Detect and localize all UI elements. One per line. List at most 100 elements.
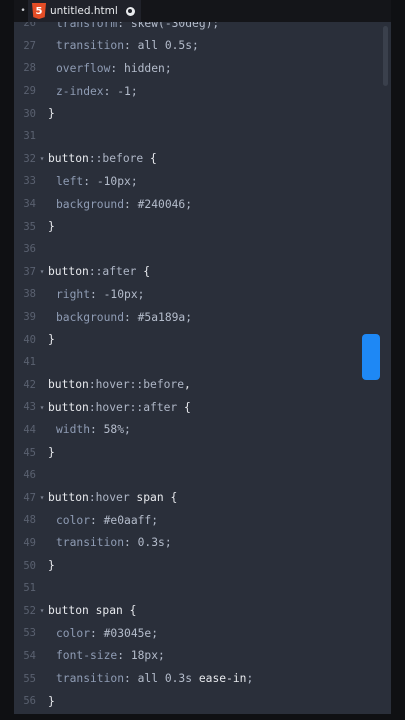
code-token: color [56,513,91,527]
code-line[interactable]: 30} [14,102,391,125]
close-tab-icon[interactable] [125,6,135,16]
code-line[interactable]: 28 overflow: hidden; [14,57,391,80]
code-line[interactable]: 47 ▾ button:hover span { [14,486,391,509]
code-token: } [48,107,55,121]
code-text: color: #03045e; [48,627,391,640]
code-text: button:hover::before, [48,378,391,391]
code-token: } [48,559,55,573]
tab-bar: • 5 untitled.html [14,0,391,22]
code-token: { [163,491,178,505]
html5-icon: 5 [32,3,46,19]
code-line[interactable]: 27 transition: all 0.5s; [14,35,391,58]
code-token: } [48,220,55,234]
line-number: 32 [23,152,36,165]
line-number: 53 [23,627,36,640]
line-number: 28 [23,62,36,75]
code-line[interactable]: 34 background: #240046; [14,193,391,216]
fold-chevron-icon[interactable]: ▾ [36,493,48,502]
fold-chevron-icon[interactable]: ▾ [36,403,48,412]
code-token: : hidden; [110,61,172,75]
code-token: overflow [56,61,111,75]
code-token: span [129,491,164,505]
bottom-frame [0,714,405,720]
code-line[interactable]: 35} [14,215,391,238]
code-line[interactable]: 52 ▾ button span { [14,599,391,622]
code-line[interactable]: 49 transition: 0.3s; [14,532,391,555]
line-number: 56 [23,695,36,708]
code-token: z-index [56,84,104,98]
code-text: transform: skew(-30deg); [48,22,391,30]
code-line[interactable]: 48 color: #e0aaff; [14,509,391,532]
code-line[interactable]: 41 [14,351,391,374]
code-text: } [48,220,391,233]
code-token: : #e0aaff; [90,513,159,527]
code-token: { [143,152,157,166]
line-number: 42 [23,378,36,391]
code-line[interactable]: 33 left: -10px; [14,170,391,193]
code-token: : 18px; [117,649,165,663]
code-line[interactable]: 51 [14,577,391,600]
code-line[interactable]: 42 button:hover::before, [14,374,391,397]
code-token: { [136,265,151,279]
code-text: width: 58%; [48,423,391,436]
line-number: 37 [23,265,36,278]
code-line[interactable]: 26 transform: skew(-30deg); [14,22,391,35]
line-number: 52 [23,604,36,617]
tab-filename: untitled.html [50,5,118,17]
code-token: background [56,197,125,211]
code-editor[interactable]: 26 transform: skew(-30deg); 27 transition: … [14,22,391,714]
line-number: 39 [23,311,36,324]
scroll-handle[interactable] [362,334,380,380]
fold-chevron-icon[interactable]: ▾ [36,267,48,276]
code-token: color [56,626,91,640]
line-number: 54 [23,649,36,662]
scrollbar[interactable] [383,26,388,86]
code-token: font-size [56,649,118,663]
fold-chevron-icon[interactable]: ▾ [36,154,48,163]
right-frame [391,0,405,720]
code-line[interactable]: 46 [14,464,391,487]
code-line[interactable]: 36 [14,238,391,261]
code-token: button [48,400,89,414]
code-token: left [56,174,84,188]
code-line[interactable]: 53 color: #03045e; [14,622,391,645]
code-line[interactable]: 56} [14,690,391,713]
code-token: button span [48,604,123,618]
code-line[interactable]: 44 width: 58%; [14,419,391,442]
tab-untitled-html[interactable]: 5 untitled.html [28,0,141,22]
line-number: 33 [23,175,36,188]
code-line[interactable]: 38 right: -10px; [14,283,391,306]
code-line[interactable]: 31 [14,125,391,148]
line-number: 51 [23,582,36,595]
code-token: : #03045e; [90,626,159,640]
code-line[interactable]: 50} [14,554,391,577]
code-line[interactable]: 55 transition: all 0.3s ease-in; [14,667,391,690]
line-number: 47 [23,491,36,504]
code-line[interactable]: 32 ▾ button::before { [14,148,391,171]
code-text: } [48,107,391,120]
code-line[interactable]: 43 ▾ button:hover::after { [14,396,391,419]
code-line[interactable]: 45} [14,441,391,464]
line-number: 50 [23,559,36,572]
line-number: 43 [23,401,36,414]
unsaved-dot-icon: • [20,6,26,16]
line-number: 26 [23,22,36,30]
code-line[interactable]: 40} [14,328,391,351]
code-text: background: #5a189a; [48,311,391,324]
code-line[interactable]: 29 z-index: -1; [14,80,391,103]
code-token: { [177,400,191,414]
code-token: background [56,310,125,324]
code-token: ; [246,672,254,686]
code-token: button [48,152,89,166]
code-text: transition: all 0.3s ease-in; [48,672,391,685]
fold-chevron-icon[interactable]: ▾ [36,606,48,615]
code-token: right [56,287,91,301]
code-line[interactable]: 37 ▾ button::after { [14,261,391,284]
code-token: } [48,446,55,460]
code-text: } [48,446,391,459]
code-text: background: #240046; [48,198,391,211]
code-line[interactable]: 54 font-size: 18px; [14,645,391,668]
code-text: right: -10px; [48,288,391,301]
code-line[interactable]: 39 background: #5a189a; [14,306,391,329]
code-text: color: #e0aaff; [48,514,391,527]
